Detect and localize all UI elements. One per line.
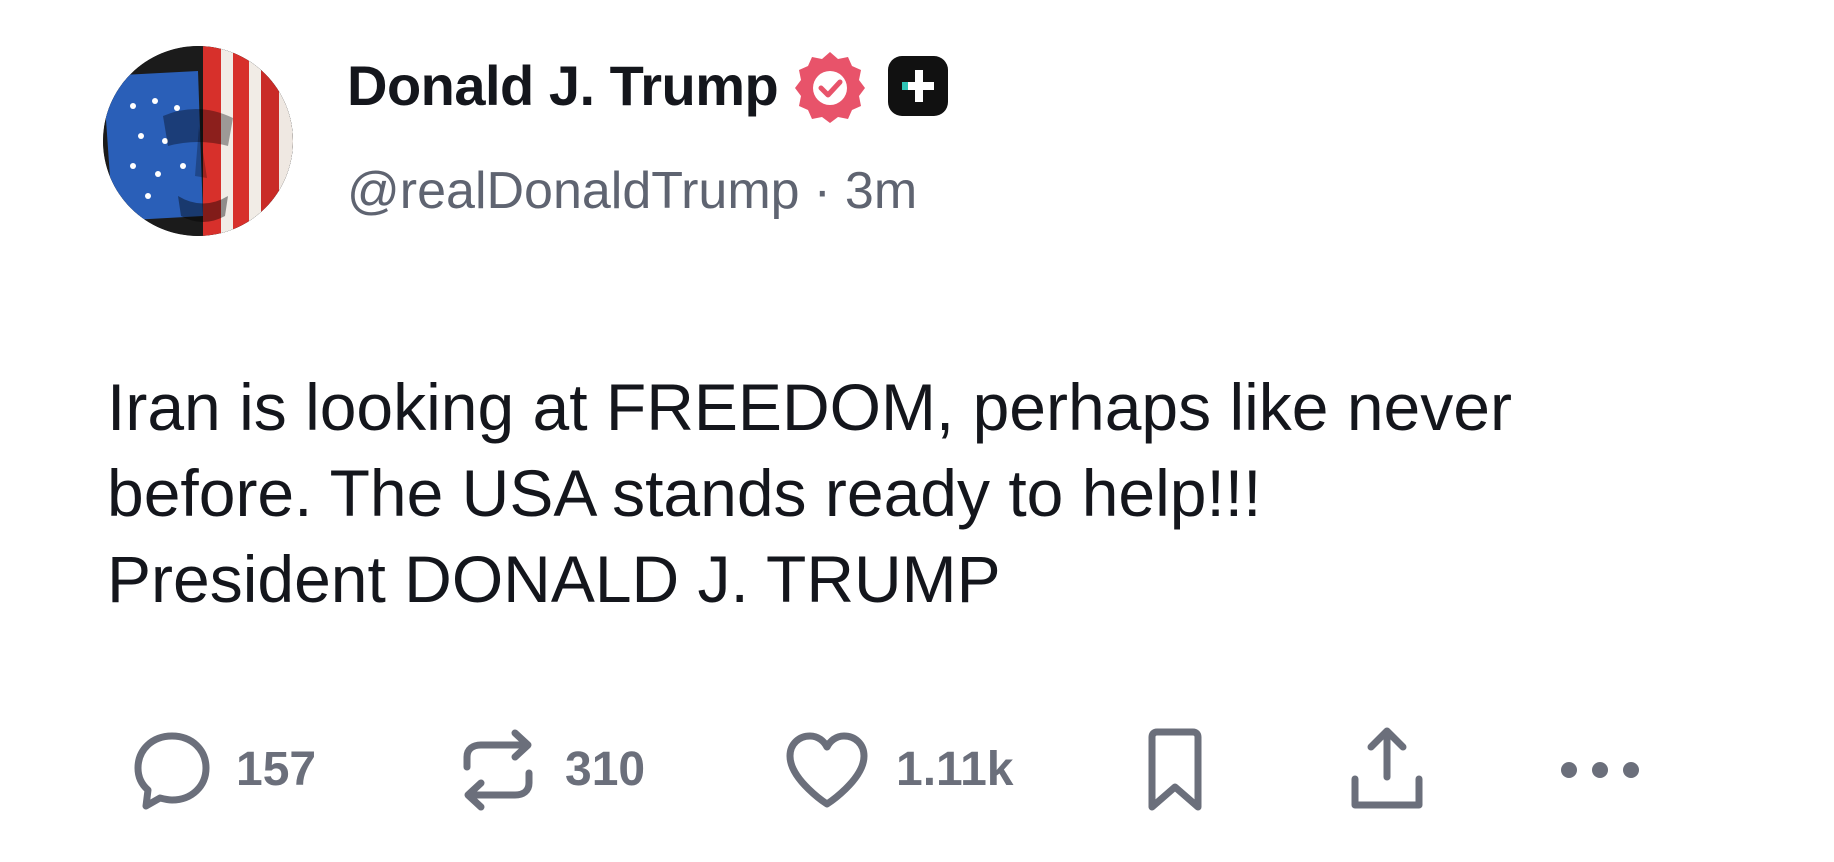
share-upload-icon [1351,727,1423,809]
post-actions-bar: 157 310 1.11k [0,720,1834,820]
post-text-line: Iran is looking at FREEDOM, perhaps like… [107,370,1512,444]
author-display-name[interactable]: Donald J. Trump [347,58,779,114]
more-dots-icon [1561,762,1639,778]
avatar[interactable] [103,46,293,236]
post-card: Donald J. Trump @realDonaldTrump · 3m Ir… [0,0,1834,862]
post-text-line: President DONALD J. TRUMP [107,542,1001,616]
bookmark-button[interactable] [1140,720,1210,820]
repost-arrows-icon [463,729,533,811]
plus-badge-icon [886,54,950,118]
avatar-flag-portrait-icon [103,46,293,236]
verified-badge-icon [792,48,868,124]
heart-icon [786,732,868,808]
post-timestamp[interactable]: 3m [845,165,917,217]
author-handle-row: @realDonaldTrump · 3m [347,165,917,217]
like-button[interactable]: 1.11k [782,720,1013,820]
author-handle[interactable]: @realDonaldTrump [347,165,800,217]
reply-count: 157 [236,743,317,796]
author-name-row: Donald J. Trump [347,52,950,123]
like-count: 1.11k [896,743,1014,796]
repost-count: 310 [565,743,646,796]
bookmark-icon [1148,728,1202,811]
repost-button[interactable]: 310 [455,720,645,820]
reply-bubble-icon [134,732,210,810]
post-text-line: before. The USA stands ready to help!!! [107,456,1262,530]
time-separator: · [813,162,831,220]
share-button[interactable] [1345,720,1429,820]
post-text: Iran is looking at FREEDOM, perhaps like… [107,364,1747,622]
more-options-button[interactable] [1555,720,1645,820]
reply-button[interactable]: 157 [132,720,316,820]
